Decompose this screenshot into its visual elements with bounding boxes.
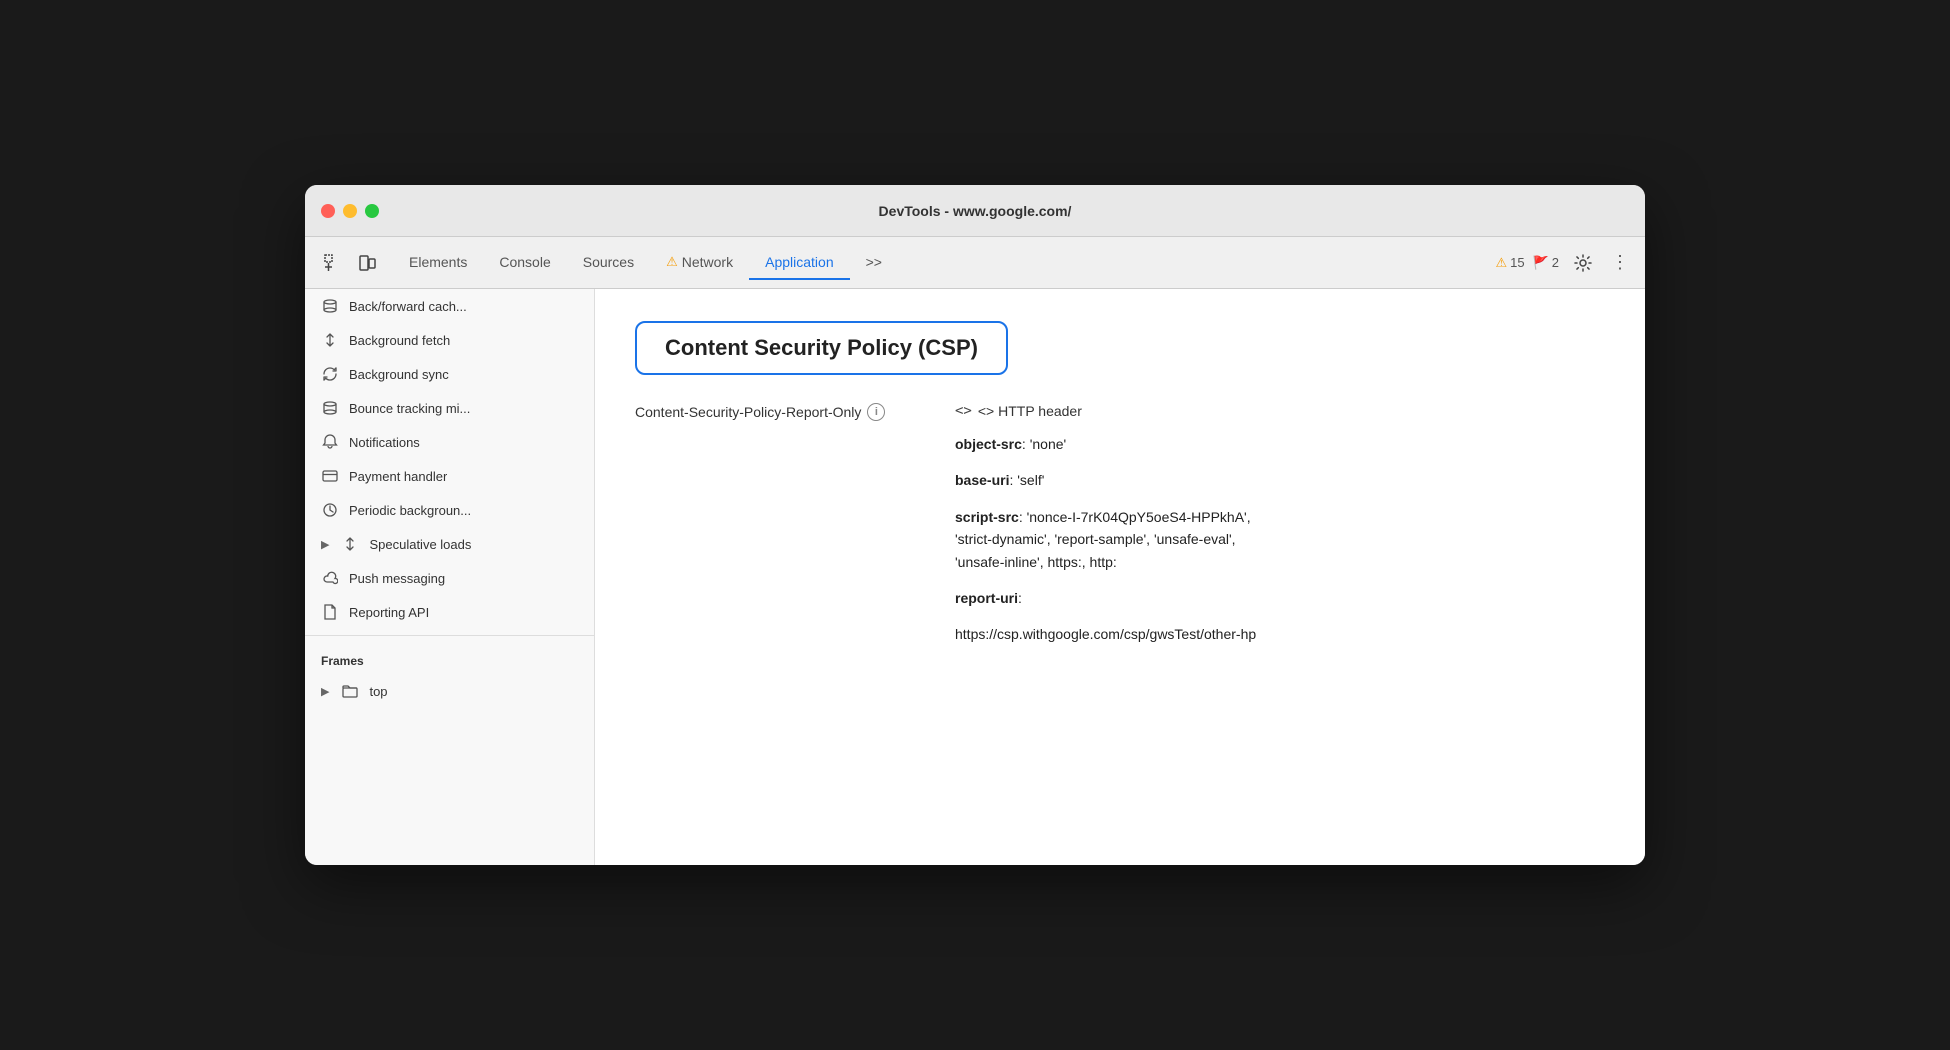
device-mode-icon[interactable] [351, 247, 383, 279]
sidebar-item-background-fetch[interactable]: Background fetch [305, 323, 594, 357]
code-icon: <> [955, 403, 972, 419]
expand-arrow-frames-icon: ▶ [321, 685, 329, 698]
inspect-element-icon[interactable] [317, 247, 349, 279]
content-area: Content Security Policy (CSP) Content-Se… [595, 289, 1645, 865]
sidebar-item-frames-top[interactable]: ▶ top [305, 674, 594, 708]
folder-icon [341, 682, 359, 700]
bounce-cylinder-icon [321, 399, 339, 417]
card-icon [321, 467, 339, 485]
error-badge[interactable]: 🚩 2 [1533, 255, 1559, 271]
sidebar-item-label: Speculative loads [369, 537, 471, 552]
tab-network[interactable]: ⚠ Network [650, 246, 749, 280]
sidebar-item-label: Push messaging [349, 571, 445, 586]
csp-value-block: <> <> HTTP header object-src: 'none' bas… [955, 403, 1605, 660]
sidebar-item-label: Back/forward cach... [349, 299, 467, 314]
sidebar-item-label: Background sync [349, 367, 449, 382]
csp-directive-object-src: object-src: 'none' [955, 433, 1605, 455]
sidebar-item-notifications[interactable]: Notifications [305, 425, 594, 459]
arrows-updown-icon [321, 331, 339, 349]
csp-directive-report-uri-value: https://csp.withgoogle.com/csp/gwsTest/o… [955, 623, 1605, 645]
toolbar: Elements Console Sources ⚠ Network Appli… [305, 237, 1645, 289]
sync-icon [321, 365, 339, 383]
sidebar-item-push-messaging[interactable]: Push messaging [305, 561, 594, 595]
tab-elements[interactable]: Elements [393, 246, 483, 280]
sidebar-item-label: Payment handler [349, 469, 447, 484]
csp-policy-row: Content-Security-Policy-Report-Only i <>… [635, 403, 1605, 660]
toolbar-right: ⚠ 15 🚩 2 ⋮ [1495, 247, 1633, 279]
sidebar-item-label: Periodic backgroun... [349, 503, 471, 518]
sidebar-item-bounce-tracking[interactable]: Bounce tracking mi... [305, 391, 594, 425]
sidebar-item-speculative-loads[interactable]: ▶ Speculative loads [305, 527, 594, 561]
script-src-continuation: 'strict-dynamic', 'report-sample', 'unsa… [955, 531, 1236, 547]
bell-icon [321, 433, 339, 451]
sidebar-item-background-sync[interactable]: Background sync [305, 357, 594, 391]
sidebar-item-label: Notifications [349, 435, 420, 450]
main-content: Back/forward cach... Background fetch [305, 289, 1645, 865]
frames-section-header: Frames [305, 642, 594, 674]
tab-bar: Elements Console Sources ⚠ Network Appli… [393, 246, 898, 280]
csp-title: Content Security Policy (CSP) [635, 321, 1008, 375]
sidebar-item-label: Reporting API [349, 605, 429, 620]
tab-sources[interactable]: Sources [567, 246, 650, 280]
csp-directive-script-src: script-src: 'nonce-I-7rK04QpY5oeS4-HPPkh… [955, 506, 1605, 573]
cylinder-icon [321, 297, 339, 315]
maximize-button[interactable] [365, 204, 379, 218]
sidebar-item-label: top [369, 684, 387, 699]
csp-directive-base-uri: base-uri: 'self' [955, 469, 1605, 491]
overflow-menu-icon[interactable]: ⋮ [1607, 252, 1633, 273]
expand-arrow-icon: ▶ [321, 538, 329, 551]
info-icon[interactable]: i [867, 403, 885, 421]
devtools-window: DevTools - www.google.com/ Elements Cons… [305, 185, 1645, 865]
warning-icon: ⚠ [1495, 255, 1507, 271]
cloud-icon [321, 569, 339, 587]
close-button[interactable] [321, 204, 335, 218]
file-icon [321, 603, 339, 621]
sidebar-item-label: Background fetch [349, 333, 450, 348]
sidebar-divider [305, 635, 594, 636]
sidebar: Back/forward cach... Background fetch [305, 289, 595, 865]
sidebar-item-back-forward-cache[interactable]: Back/forward cach... [305, 289, 594, 323]
tab-console[interactable]: Console [483, 246, 566, 280]
csp-directive-report-uri: report-uri: [955, 587, 1605, 609]
sidebar-item-periodic-background[interactable]: Periodic backgroun... [305, 493, 594, 527]
script-src-continuation2: 'unsafe-inline', https:, http: [955, 554, 1117, 570]
title-bar: DevTools - www.google.com/ [305, 185, 1645, 237]
sidebar-item-reporting-api[interactable]: Reporting API [305, 595, 594, 629]
policy-label: Content-Security-Policy-Report-Only i [635, 403, 955, 421]
http-header-label: <> <> HTTP header [955, 403, 1605, 419]
network-warning-icon: ⚠ [666, 254, 678, 270]
settings-icon[interactable] [1567, 247, 1599, 279]
tab-application[interactable]: Application [749, 246, 850, 280]
window-title: DevTools - www.google.com/ [879, 203, 1072, 219]
sidebar-item-payment-handler[interactable]: Payment handler [305, 459, 594, 493]
more-tabs-button[interactable]: >> [850, 246, 898, 280]
clock-icon [321, 501, 339, 519]
minimize-button[interactable] [343, 204, 357, 218]
warning-badge[interactable]: ⚠ 15 [1495, 255, 1524, 271]
traffic-lights [321, 204, 379, 218]
speculative-arrows-icon [341, 535, 359, 553]
sidebar-item-label: Bounce tracking mi... [349, 401, 470, 416]
error-icon: 🚩 [1533, 255, 1549, 271]
